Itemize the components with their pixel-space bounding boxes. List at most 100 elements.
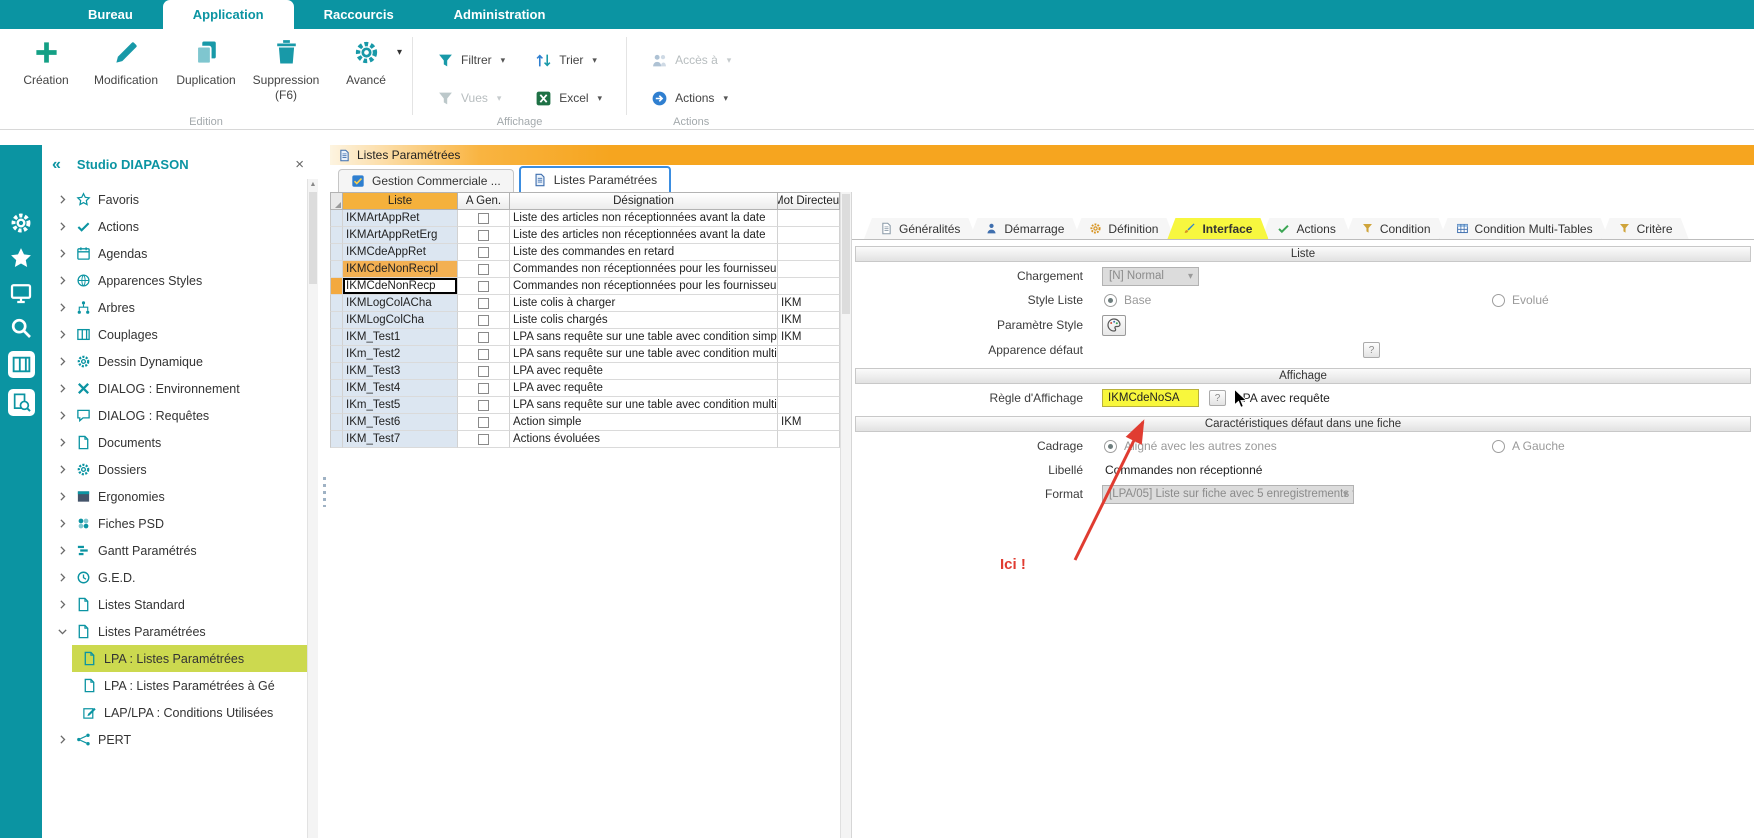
cell-designation[interactable]: LPA avec requête: [510, 363, 778, 380]
tree-item[interactable]: Arbres: [42, 294, 318, 321]
tree-item[interactable]: Apparences Styles: [42, 267, 318, 294]
ribbon-button[interactable]: Suppression (F6): [246, 31, 326, 103]
tree-expand-icon[interactable]: [56, 301, 69, 314]
cell-designation[interactable]: LPA avec requête: [510, 380, 778, 397]
tree-expand-icon[interactable]: [56, 625, 69, 638]
tree-item[interactable]: Ergonomies: [42, 483, 318, 510]
checkbox[interactable]: [478, 281, 489, 292]
ribbon-button[interactable]: Trier: [535, 52, 602, 69]
cell-designation[interactable]: LPA sans requête sur une table avec cond…: [510, 397, 778, 414]
row-selector-cell[interactable]: [330, 312, 343, 329]
document-tab[interactable]: Gestion Commerciale ...: [338, 169, 514, 192]
cell-a-gen[interactable]: [458, 227, 510, 244]
tree-expand-icon[interactable]: [56, 463, 69, 476]
cell-a-gen[interactable]: [458, 363, 510, 380]
checkbox[interactable]: [478, 247, 489, 258]
top-menu-tab[interactable]: Application: [163, 0, 294, 29]
tree-expand-icon[interactable]: [56, 274, 69, 287]
row-selector-cell[interactable]: [330, 244, 343, 261]
cell-designation[interactable]: Liste des commandes en retard: [510, 244, 778, 261]
properties-tab[interactable]: Critère: [1602, 218, 1689, 239]
ribbon-button[interactable]: Excel: [535, 90, 602, 107]
tree-item[interactable]: Actions: [42, 213, 318, 240]
cell-a-gen[interactable]: [458, 380, 510, 397]
row-selector-cell[interactable]: [330, 363, 343, 380]
properties-tab[interactable]: Démarrage: [969, 218, 1080, 239]
cell-mot-directeur[interactable]: [778, 261, 840, 278]
table-row[interactable]: IKM_Test3 LPA avec requête: [330, 363, 840, 380]
checkbox[interactable]: [478, 366, 489, 377]
radio-icon[interactable]: [1104, 294, 1117, 307]
tree-item[interactable]: Gantt Paramétrés: [42, 537, 318, 564]
column-header-mot-directeur[interactable]: Mot Directeur: [778, 192, 840, 210]
properties-tab[interactable]: Condition Multi-Tables: [1440, 218, 1609, 239]
tree-item[interactable]: G.E.D.: [42, 564, 318, 591]
tree-expand-icon[interactable]: [56, 436, 69, 449]
row-selector-cell[interactable]: [330, 210, 343, 227]
tree-expand-icon[interactable]: [56, 328, 69, 341]
table-corner-cell[interactable]: [330, 192, 343, 210]
parametre-style-button[interactable]: [1102, 315, 1126, 336]
cell-mot-directeur[interactable]: IKM: [778, 414, 840, 431]
tree-expand-icon[interactable]: [56, 382, 69, 395]
rail-module-icon[interactable]: [8, 351, 35, 378]
rail-module-icon[interactable]: [9, 316, 33, 340]
properties-tab[interactable]: Interface: [1167, 218, 1268, 239]
tree-item[interactable]: Agendas: [42, 240, 318, 267]
checkbox[interactable]: [478, 417, 489, 428]
tree-expand-icon[interactable]: [56, 490, 69, 503]
panel-splitter[interactable]: [318, 145, 330, 838]
cell-mot-directeur[interactable]: [778, 346, 840, 363]
cell-designation[interactable]: Liste colis chargés: [510, 312, 778, 329]
cell-designation[interactable]: LPA sans requête sur une table avec cond…: [510, 346, 778, 363]
checkbox[interactable]: [478, 315, 489, 326]
cell-mot-directeur[interactable]: [778, 380, 840, 397]
cell-designation[interactable]: Liste colis à charger: [510, 295, 778, 312]
top-menu-tab[interactable]: Administration: [424, 0, 576, 29]
ribbon-button[interactable]: Vues: [437, 90, 505, 107]
cell-liste[interactable]: IKMCdeNonRecp: [343, 278, 458, 295]
properties-tab[interactable]: Généralités: [864, 218, 976, 239]
tree-item[interactable]: Dessin Dynamique: [42, 348, 318, 375]
cell-liste[interactable]: IKm_Test2: [343, 346, 458, 363]
tree-item[interactable]: Favoris: [42, 186, 318, 213]
table-row[interactable]: IKMLogColCha Liste colis chargés IKM: [330, 312, 840, 329]
properties-tab[interactable]: Actions: [1261, 218, 1351, 239]
properties-tab[interactable]: Définition: [1073, 218, 1174, 239]
tree-expand-icon[interactable]: [56, 598, 69, 611]
row-selector-cell[interactable]: [330, 227, 343, 244]
cell-designation[interactable]: LPA sans requête sur une table avec cond…: [510, 329, 778, 346]
table-row[interactable]: IKM_Test6 Action simple IKM: [330, 414, 840, 431]
tree-expand-icon[interactable]: [56, 733, 69, 746]
column-header-liste[interactable]: Liste: [343, 192, 458, 210]
close-panel-icon[interactable]: ×: [291, 156, 308, 173]
tree-expand-icon[interactable]: [56, 193, 69, 206]
checkbox[interactable]: [478, 298, 489, 309]
cell-mot-directeur[interactable]: [778, 278, 840, 295]
cell-a-gen[interactable]: [458, 414, 510, 431]
regle-affichage-input[interactable]: IKMCdeNoSA: [1102, 389, 1199, 407]
tree-expand-icon[interactable]: [56, 544, 69, 557]
ribbon-button[interactable]: Actions: [651, 90, 731, 107]
cell-liste[interactable]: IKM_Test3: [343, 363, 458, 380]
tree-item[interactable]: Listes Paramétrées: [42, 618, 318, 645]
rail-module-icon[interactable]: [9, 281, 33, 305]
cell-a-gen[interactable]: [458, 329, 510, 346]
cadrage-radio-option[interactable]: Aligné avec les autres zones: [1104, 439, 1277, 453]
table-row[interactable]: IKMCdeAppRet Liste des commandes en reta…: [330, 244, 840, 261]
rail-module-icon[interactable]: [9, 211, 33, 235]
top-menu-tab[interactable]: Bureau: [58, 0, 163, 29]
checkbox[interactable]: [478, 213, 489, 224]
cell-liste[interactable]: IKMLogColCha: [343, 312, 458, 329]
tree-item[interactable]: PERT: [42, 726, 318, 753]
ribbon-button[interactable]: Création: [6, 31, 86, 103]
table-row[interactable]: IKM_Test4 LPA avec requête: [330, 380, 840, 397]
cadrage-radio-option[interactable]: A Gauche: [1492, 439, 1565, 453]
cell-mot-directeur[interactable]: [778, 210, 840, 227]
ribbon-button[interactable]: Filtrer: [437, 52, 505, 69]
checkbox[interactable]: [478, 264, 489, 275]
table-row[interactable]: IKMCdeNonRecp Commandes non réceptionnée…: [330, 278, 840, 295]
row-selector-cell[interactable]: [330, 278, 343, 295]
tree-item[interactable]: Couplages: [42, 321, 318, 348]
cell-a-gen[interactable]: [458, 312, 510, 329]
